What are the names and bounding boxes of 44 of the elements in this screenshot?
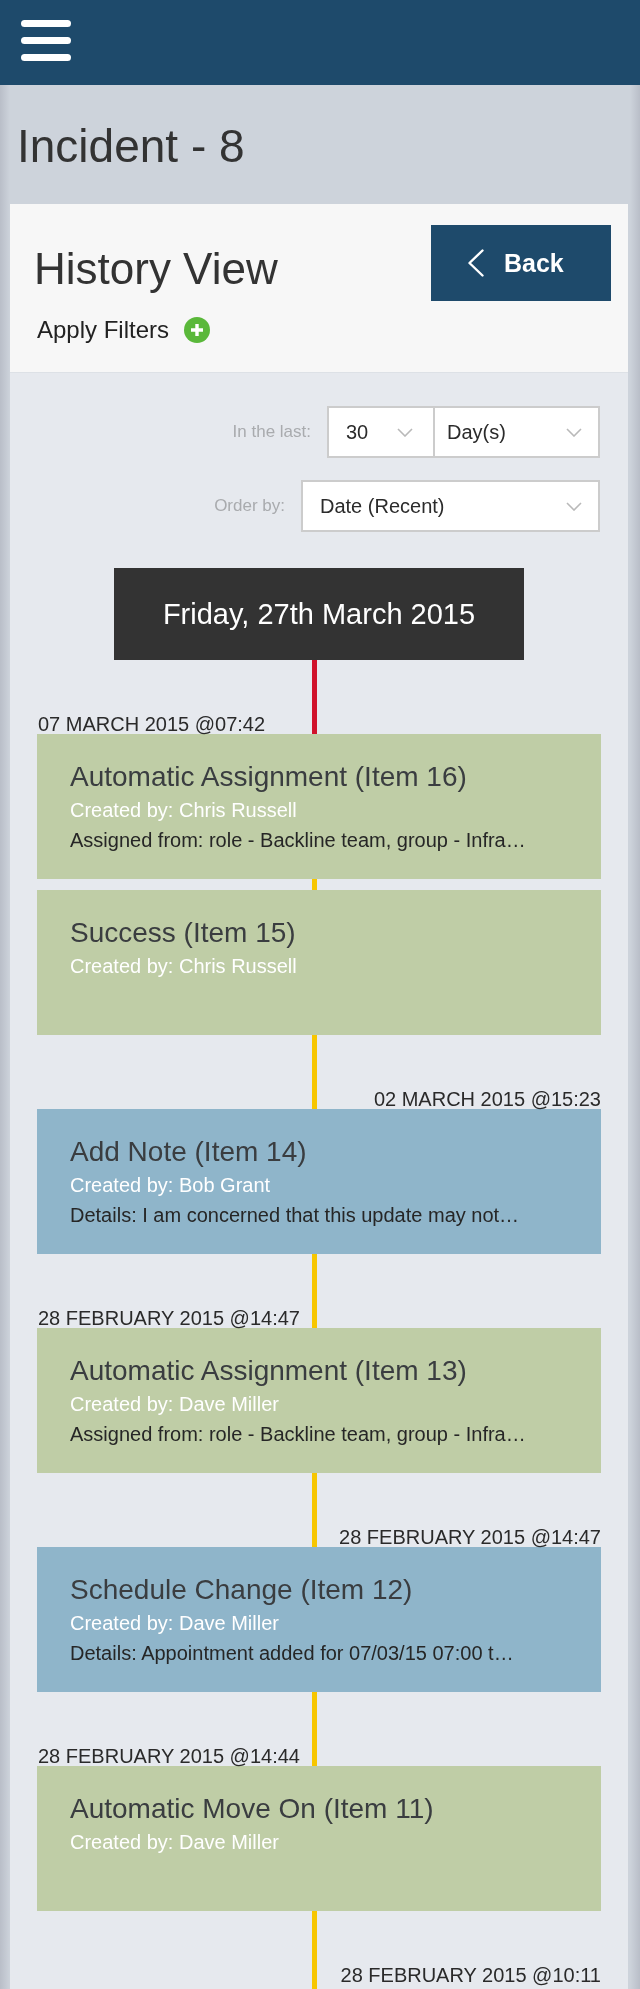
card-title: Automatic Assignment (Item 13) <box>70 1354 467 1388</box>
history-card[interactable]: Automatic Move On (Item 11) Created by: Dave Miller <box>37 1766 601 1911</box>
section-title: History View <box>34 243 278 295</box>
dropdown[interactable]: Date (Recent) <box>301 480 600 532</box>
entry-timestamp: 07 MARCH 2015 @07:42 <box>38 714 266 734</box>
created-by-text: Created by: Chris Russell <box>70 954 297 979</box>
plus-icon <box>184 317 211 343</box>
created-by-text: Created by: Dave Miller <box>70 1611 279 1636</box>
history-card[interactable]: Success (Item 15) Created by: Chris Russell <box>37 890 601 1035</box>
created-by-text: Created by: Dave Miller <box>70 1392 279 1417</box>
history-card[interactable]: Automatic Assignment (Item 13) Created by: Dave Miller Assigned from: role - Backline team, group - Infra… <box>37 1328 601 1473</box>
chevron-left-icon <box>467 249 484 277</box>
entry-timestamp: 28 FEBRUARY 2015 @14:44 <box>38 1746 300 1766</box>
back-button[interactable]: Back <box>431 225 611 301</box>
created-by-text: Created by: Chris Russell <box>70 798 297 823</box>
dropdown[interactable]: 30 <box>327 406 435 458</box>
card-details: Details: Appointment added for 07/03/15 07:00 t… <box>70 1641 514 1666</box>
entry-timestamp: 28 FEBRUARY 2015 @14:47 <box>339 1527 601 1547</box>
chevron-down-icon <box>566 427 582 437</box>
history-card[interactable]: Schedule Change (Item 12) Created by: Dave Miller Details: Appointment added for 07/03/15 07:00 t… <box>37 1547 601 1692</box>
dropdown[interactable]: Day(s) <box>435 406 600 458</box>
history-card[interactable]: Add Note (Item 14) Created by: Bob Grant Details: I am concerned that this update may not… <box>37 1109 601 1254</box>
chevron-down-icon <box>397 427 413 437</box>
card-title: Add Note (Item 14) <box>70 1135 307 1169</box>
date-banner: Friday, 27th March 2015 <box>114 568 524 660</box>
filter-label: In the last: <box>232 422 311 442</box>
apply-filters-link[interactable]: Apply Filters <box>37 315 211 345</box>
menu-icon[interactable] <box>21 20 71 61</box>
card-details: Details: I am concerned that this update may not… <box>70 1203 520 1228</box>
card-details: Assigned from: role - Backline team, group - Infra… <box>70 1422 526 1447</box>
card-title: Automatic Move On (Item 11) <box>70 1792 434 1826</box>
entry-timestamp: 02 MARCH 2015 @15:23 <box>373 1089 601 1109</box>
entry-timestamp: 28 FEBRUARY 2015 @10:11 <box>340 1965 601 1985</box>
card-title: Success (Item 15) <box>70 916 296 950</box>
chevron-down-icon <box>566 501 582 511</box>
card-details: Assigned from: role - Backline team, group - Infra… <box>70 828 526 853</box>
page-title: Incident - 8 <box>17 119 245 174</box>
history-card[interactable]: Automatic Assignment (Item 16) Created by: Chris Russell Assigned from: role - Backline team, group - Infra… <box>37 734 601 879</box>
created-by-text: Created by: Bob Grant <box>70 1173 271 1198</box>
card-title: Automatic Assignment (Item 16) <box>70 760 467 794</box>
filter-label: Order by: <box>214 496 285 516</box>
card-title: Schedule Change (Item 12) <box>70 1573 413 1607</box>
entry-timestamp: 28 FEBRUARY 2015 @14:47 <box>38 1308 300 1328</box>
created-by-text: Created by: Dave Miller <box>70 1830 279 1855</box>
